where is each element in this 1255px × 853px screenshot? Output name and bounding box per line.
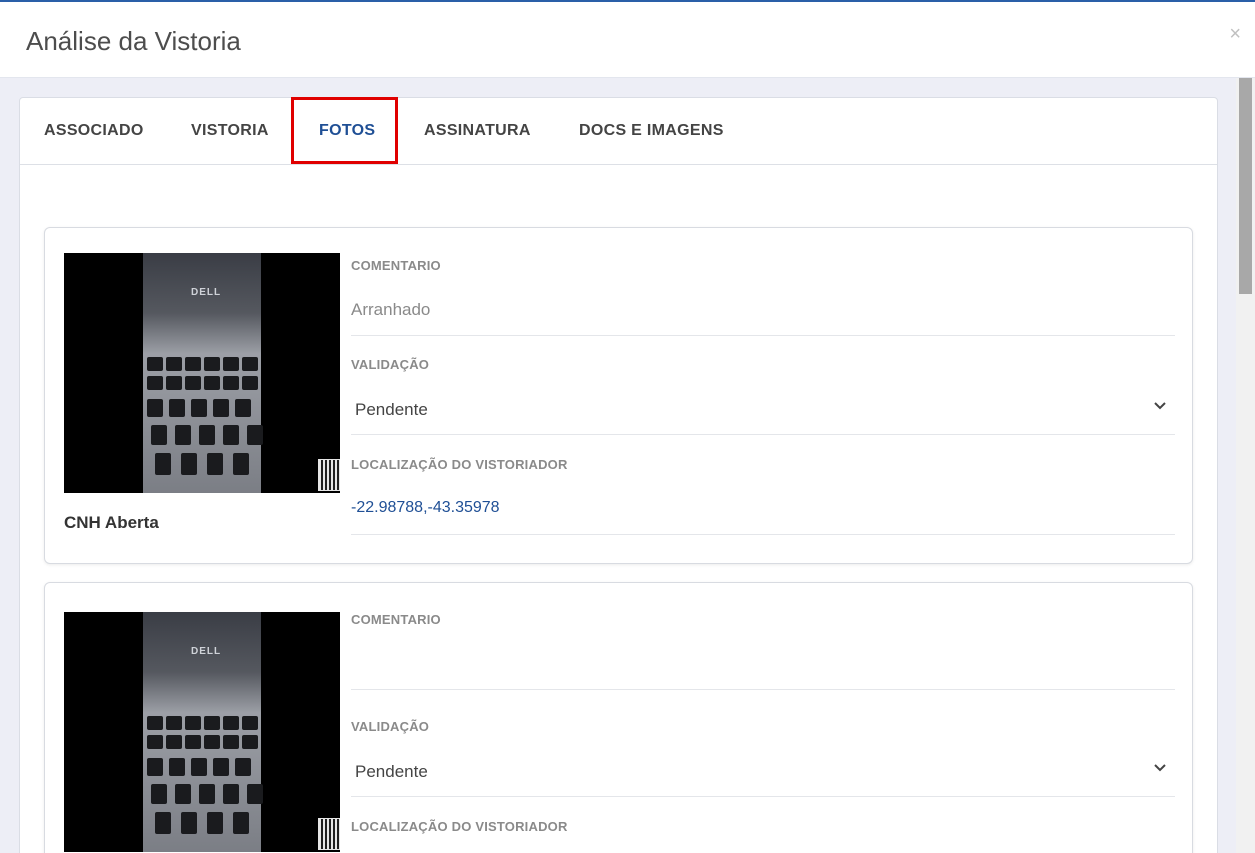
vistoria-modal: Análise da Vistoria × ASSOCIADO VISTORIA… <box>0 0 1255 853</box>
divider <box>351 534 1175 535</box>
comment-label: COMENTARIO <box>351 258 441 273</box>
inspection-photo[interactable]: DELL <box>64 253 340 493</box>
location-label: LOCALIZAÇÃO DO VISTORIADOR <box>351 819 568 834</box>
photo-keyboard <box>147 716 263 852</box>
photo-laptop: DELL <box>143 253 263 493</box>
modal-title: Análise da Vistoria <box>26 26 241 56</box>
divider <box>351 689 1175 690</box>
tab-docs-e-imagens[interactable]: DOCS E IMAGENS <box>579 98 724 164</box>
qr-code-icon <box>318 459 340 491</box>
tab-assinatura[interactable]: ASSINATURA <box>424 98 531 164</box>
inspection-photo[interactable]: DELL <box>64 612 340 852</box>
tab-bar: ASSOCIADO VISTORIA FOTOS ASSINATURA DOCS… <box>20 97 1217 165</box>
validation-field: VALIDAÇÃO Pendente <box>351 719 1175 799</box>
photo-laptop: DELL <box>143 612 263 852</box>
modal-header: Análise da Vistoria × <box>0 2 1255 78</box>
close-icon[interactable]: × <box>1229 22 1241 46</box>
tabs-panel: ASSOCIADO VISTORIA FOTOS ASSINATURA DOCS… <box>19 97 1218 853</box>
validation-select[interactable]: Pendente <box>355 762 428 782</box>
photo-caption: CNH Aberta <box>64 513 159 532</box>
validation-label: VALIDAÇÃO <box>351 357 430 372</box>
active-tab-highlight <box>291 97 398 164</box>
photo-card: DELL CNH Aberta COMENTARIO Arranhado VAL… <box>44 227 1193 564</box>
photo-keyboard <box>147 357 263 493</box>
validation-select[interactable]: Pendente <box>355 400 428 420</box>
validation-label: VALIDAÇÃO <box>351 719 430 734</box>
photo-brand-text: DELL <box>191 287 222 298</box>
modal-body: ASSOCIADO VISTORIA FOTOS ASSINATURA DOCS… <box>0 78 1236 853</box>
validation-field: VALIDAÇÃO Pendente <box>351 357 1175 437</box>
qr-code-icon <box>318 818 340 850</box>
divider <box>351 434 1175 435</box>
location-value: -22.98788,-43.35978 <box>351 499 500 516</box>
location-field: LOCALIZAÇÃO DO VISTORIADOR -22.98788,-43… <box>351 457 1175 537</box>
comment-field: COMENTARIO <box>351 612 1175 692</box>
tab-associado[interactable]: ASSOCIADO <box>44 98 144 164</box>
comment-value[interactable]: Arranhado <box>351 300 430 320</box>
comment-field: COMENTARIO Arranhado <box>351 258 1175 338</box>
vertical-scrollbar[interactable] <box>1236 78 1255 853</box>
tab-vistoria[interactable]: VISTORIA <box>191 98 269 164</box>
divider <box>351 335 1175 336</box>
scrollbar-thumb[interactable] <box>1239 78 1252 294</box>
photo-brand-text: DELL <box>191 646 222 657</box>
chevron-down-icon[interactable] <box>1153 399 1167 413</box>
comment-label: COMENTARIO <box>351 612 441 627</box>
chevron-down-icon[interactable] <box>1153 761 1167 775</box>
photo-card: DELL COMENTARIO VALIDAÇÃO Pendente LOCAL… <box>44 582 1193 853</box>
location-label: LOCALIZAÇÃO DO VISTORIADOR <box>351 457 568 472</box>
divider <box>351 796 1175 797</box>
location-field: LOCALIZAÇÃO DO VISTORIADOR <box>351 819 1175 853</box>
